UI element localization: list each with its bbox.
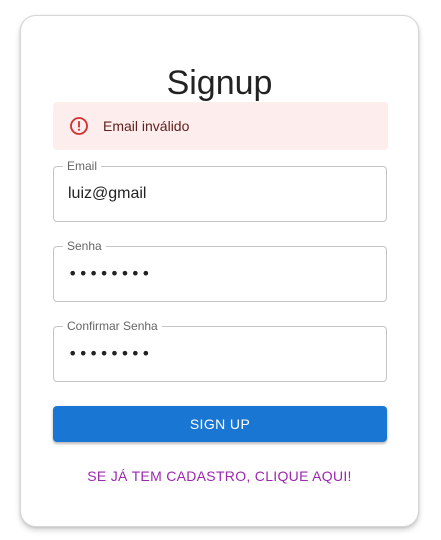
login-link[interactable]: SE JÁ TEM CADASTRO, CLIQUE AQUI!	[21, 468, 418, 484]
email-field[interactable]: Email luiz@gmail	[53, 159, 387, 222]
email-input[interactable]: luiz@gmail	[68, 167, 146, 221]
signup-button[interactable]: SIGN UP	[53, 406, 387, 442]
signup-card: Signup Email inválido Email luiz@gmail S…	[20, 15, 419, 527]
password-field[interactable]: Senha ••••••••	[53, 239, 387, 302]
confirm-password-field[interactable]: Confirmar Senha ••••••••	[53, 319, 387, 382]
error-alert: Email inválido	[53, 102, 388, 150]
confirm-password-input[interactable]: ••••••••	[68, 327, 152, 381]
alert-message: Email inválido	[103, 118, 190, 134]
page-title: Signup	[166, 64, 273, 102]
error-outline-icon	[69, 116, 89, 136]
password-input[interactable]: ••••••••	[68, 247, 152, 301]
